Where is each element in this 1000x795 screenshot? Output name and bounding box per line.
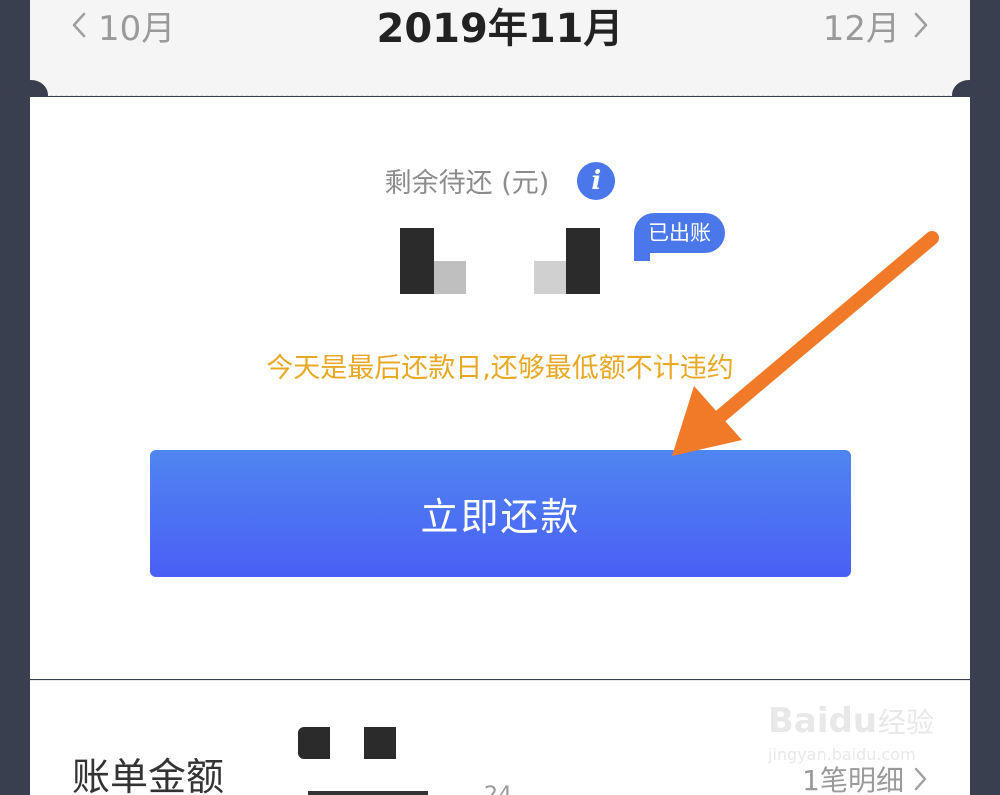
watermark-suffix: 经验 <box>878 706 934 739</box>
bill-amount-redacted: 24 <box>268 727 512 795</box>
pay-now-button[interactable]: 立即还款 <box>150 450 851 577</box>
info-icon[interactable]: i <box>577 161 616 200</box>
month-navigation: 10月 2019年11月 12月 <box>30 0 970 96</box>
bill-screen: 10月 2019年11月 12月 剩余待还 (元) i 已出账 今天是最后还款日… <box>0 0 1000 795</box>
remaining-amount-label: 剩余待还 (元) <box>384 168 550 199</box>
next-month-label: 12月 <box>822 8 900 49</box>
remaining-amount-redacted <box>400 228 600 294</box>
bill-amount-label: 账单金额 <box>72 755 225 795</box>
repayment-card: 剩余待还 (元) i 已出账 今天是最后还款日,还够最低额不计违约 立即还款 <box>30 97 970 679</box>
bill-partial-text: 24 <box>484 783 512 795</box>
watermark-url: jingyan.baidu.com <box>768 745 916 764</box>
next-month-button[interactable]: 12月 <box>823 0 932 50</box>
remaining-amount-row: 剩余待还 (元) i <box>30 161 970 200</box>
watermark-brand: Baidu <box>768 701 877 741</box>
due-date-notice: 今天是最后还款日,还够最低额不计违约 <box>266 353 734 384</box>
chevron-right-icon <box>908 10 932 40</box>
baidu-jingyan-watermark: Baidu 经验 jingyan.baidu.com <box>767 690 948 770</box>
billed-status-badge: 已出账 <box>634 213 725 253</box>
